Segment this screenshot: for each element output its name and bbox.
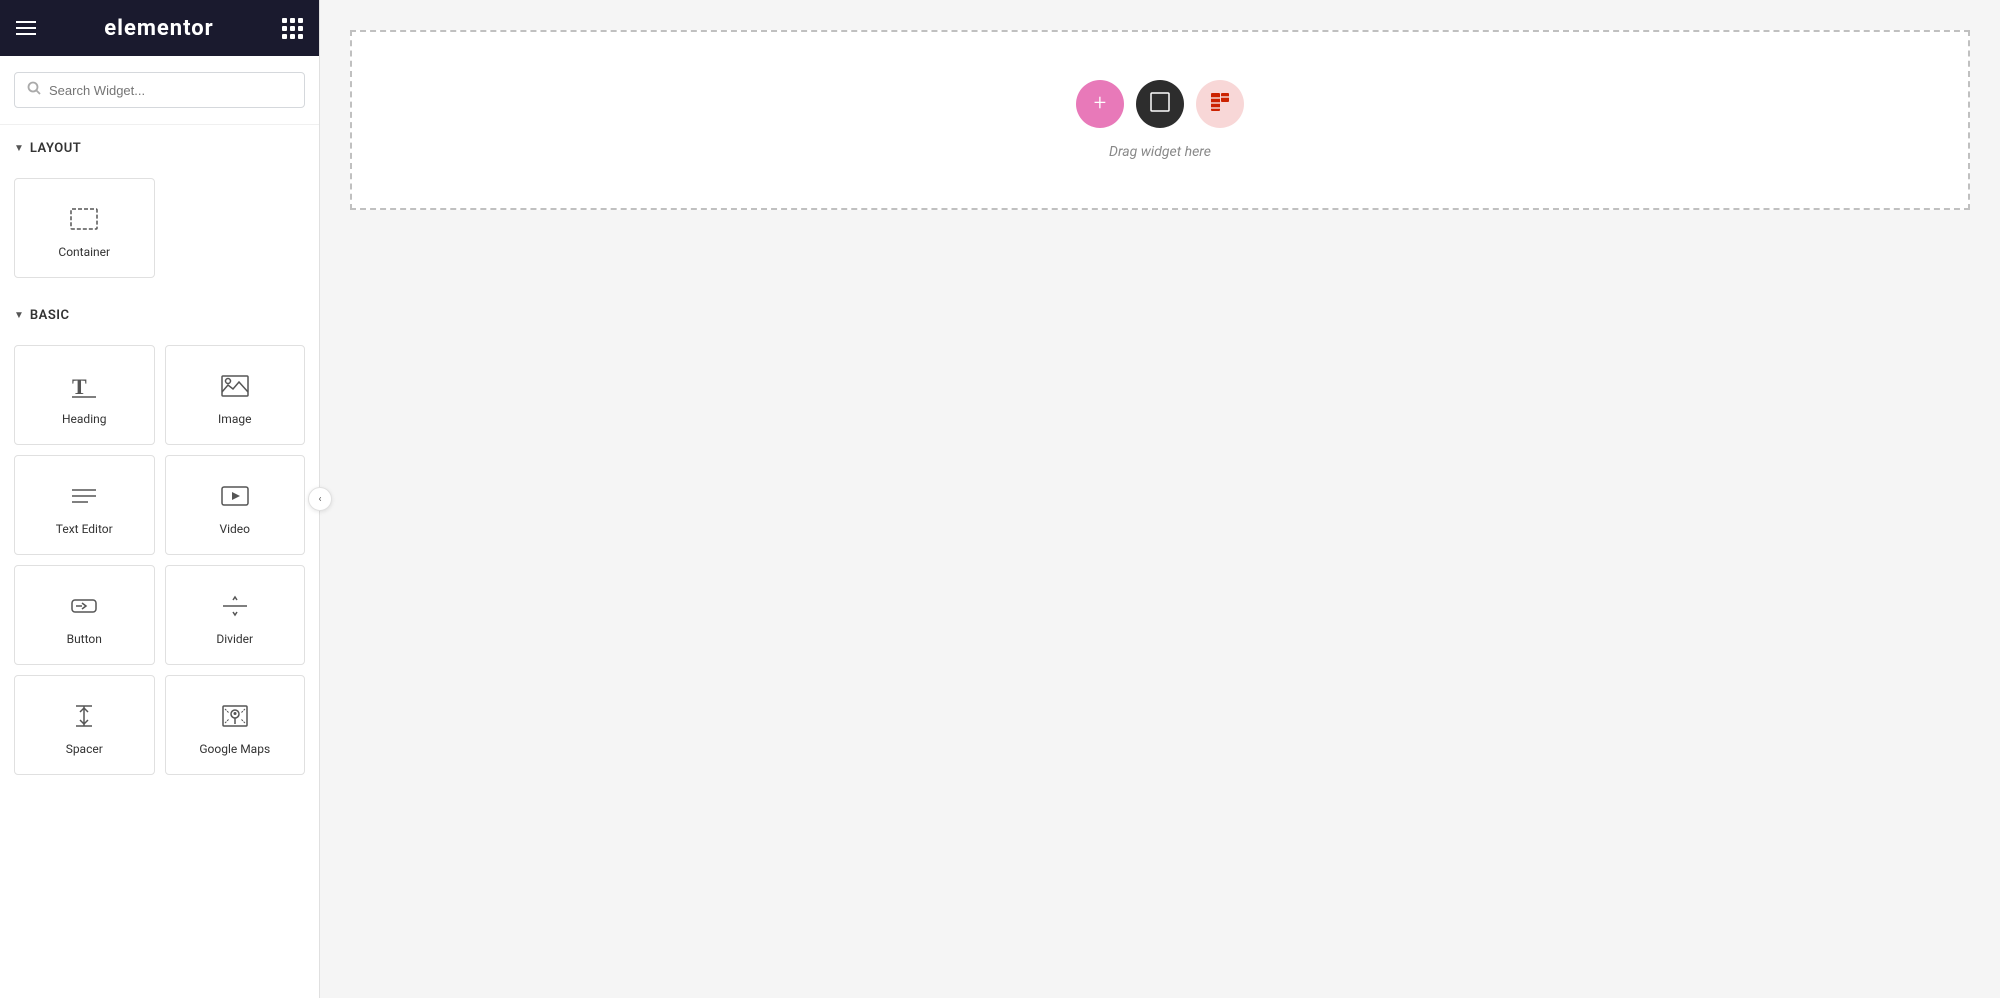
widget-text-editor[interactable]: Text Editor xyxy=(14,455,155,555)
basic-section-toggle[interactable]: ▼ Basic xyxy=(14,308,305,323)
divider-icon xyxy=(219,590,251,622)
container-icon xyxy=(68,203,100,235)
add-icon: + xyxy=(1094,93,1106,115)
add-widget-button[interactable]: + xyxy=(1076,80,1124,128)
button-icon xyxy=(68,590,100,622)
widget-heading[interactable]: T Heading xyxy=(14,345,155,445)
drop-zone[interactable]: + xyxy=(350,30,1970,210)
google-maps-icon xyxy=(219,700,251,732)
svg-text:T: T xyxy=(72,374,87,399)
widget-container[interactable]: Container xyxy=(14,178,155,278)
sidebar-collapse-button[interactable]: ‹ xyxy=(308,487,332,511)
layout-widgets: Container xyxy=(0,178,319,292)
container-label: Container xyxy=(58,245,110,259)
elementor-logo: elementor xyxy=(104,16,214,41)
basic-arrow-icon: ▼ xyxy=(14,310,24,321)
layout-section-toggle[interactable]: ▼ Layout xyxy=(14,141,305,156)
basic-section-title: Basic xyxy=(30,308,70,323)
google-maps-label: Google Maps xyxy=(199,742,270,756)
news-icon xyxy=(1208,90,1232,119)
text-editor-icon xyxy=(68,480,100,512)
widget-button[interactable]: Button xyxy=(14,565,155,665)
basic-section-header: ▼ Basic xyxy=(0,292,319,345)
layout-section-header: ▼ Layout xyxy=(0,125,319,178)
widget-image[interactable]: Image xyxy=(165,345,306,445)
drag-hint-text: Drag widget here xyxy=(1109,144,1211,160)
layout-section-title: Layout xyxy=(30,141,81,156)
widget-spacer[interactable]: Spacer xyxy=(14,675,155,775)
spacer-icon xyxy=(68,700,100,732)
search-container xyxy=(0,56,319,125)
news-button[interactable] xyxy=(1196,80,1244,128)
hamburger-menu-button[interactable] xyxy=(16,21,36,35)
button-label: Button xyxy=(67,632,102,646)
widget-google-maps[interactable]: Google Maps xyxy=(165,675,306,775)
divider-label: Divider xyxy=(216,632,253,646)
heading-icon: T xyxy=(68,370,100,402)
sidebar: elementor ▼ Layout xyxy=(0,0,320,998)
text-editor-label: Text Editor xyxy=(56,522,113,536)
image-icon xyxy=(219,370,251,402)
layout-arrow-icon: ▼ xyxy=(14,143,24,154)
canvas-inner: + xyxy=(320,0,2000,998)
search-icon xyxy=(27,81,41,99)
sidebar-header: elementor xyxy=(0,0,319,56)
image-label: Image xyxy=(218,412,251,426)
add-container-button[interactable] xyxy=(1136,80,1184,128)
drop-zone-actions: + xyxy=(1076,80,1244,128)
container-circle-icon xyxy=(1149,91,1171,118)
search-wrapper xyxy=(14,72,305,108)
search-input[interactable] xyxy=(49,83,292,98)
heading-label: Heading xyxy=(62,412,107,426)
widget-video[interactable]: Video xyxy=(165,455,306,555)
widget-divider[interactable]: Divider xyxy=(165,565,306,665)
grid-menu-button[interactable] xyxy=(282,18,303,39)
spacer-label: Spacer xyxy=(66,742,103,756)
basic-widgets-grid: T Heading Image xyxy=(0,345,319,789)
video-icon xyxy=(219,480,251,512)
main-canvas: + xyxy=(320,0,2000,998)
video-label: Video xyxy=(219,522,250,536)
